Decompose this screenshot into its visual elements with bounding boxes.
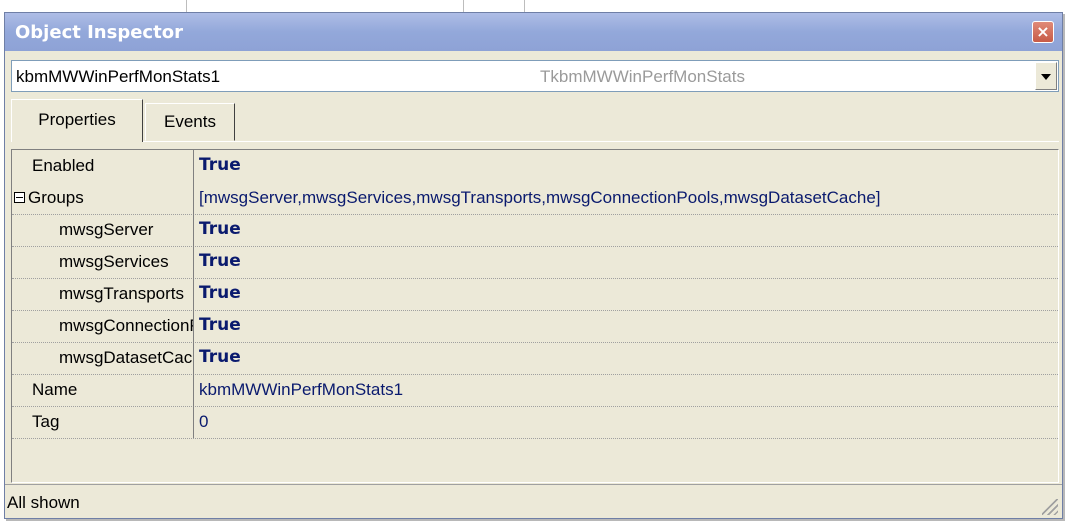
property-value[interactable]: True (199, 214, 241, 245)
background-segment (187, 0, 464, 12)
property-row-mwsgconnectionpools[interactable]: mwsgConnectionPools True (12, 310, 1058, 343)
property-row-mwsgserver[interactable]: mwsgServer True (12, 214, 1058, 247)
property-row-groups[interactable]: Groups [mwsgServer,mwsgServices,mwsgTran… (12, 182, 1058, 215)
object-name: kbmMWWinPerfMonStats1 (16, 67, 221, 86)
window-title: Object Inspector (15, 22, 183, 43)
status-text: All shown (7, 493, 80, 512)
property-row-enabled[interactable]: Enabled True (12, 150, 1058, 183)
background-strip (0, 0, 1069, 12)
property-value[interactable]: 0 (199, 406, 208, 437)
tab-properties[interactable]: Properties (11, 99, 143, 142)
tab-strip: Properties Events (11, 99, 1059, 146)
property-name: Tag (12, 406, 194, 438)
object-inspector-window: Object Inspector × kbmMWWinPerfMonStats1… (4, 12, 1063, 519)
property-name: mwsgServer (12, 214, 194, 246)
property-value[interactable]: True (199, 150, 241, 181)
dropdown-button[interactable] (1035, 62, 1057, 90)
resize-grip-icon[interactable] (1042, 499, 1058, 515)
chevron-down-icon (1041, 74, 1051, 80)
property-value[interactable]: True (199, 342, 241, 373)
property-row-mwsgtransports[interactable]: mwsgTransports True (12, 278, 1058, 311)
property-value[interactable]: [mwsgServer,mwsgServices,mwsgTransports,… (199, 182, 881, 213)
property-grid: Enabled True Groups [mwsgServer,mwsgServ… (11, 149, 1059, 483)
collapse-icon[interactable] (14, 192, 25, 204)
property-name: mwsgConnectionPools (12, 310, 194, 342)
property-name: Groups (28, 188, 84, 207)
property-name: mwsgDatasetCache (12, 342, 194, 374)
property-value[interactable]: True (199, 278, 241, 309)
property-row-tag[interactable]: Tag 0 (12, 406, 1058, 439)
background-segment (464, 0, 525, 12)
property-row-mwsgservices[interactable]: mwsgServices True (12, 246, 1058, 279)
title-bar[interactable]: Object Inspector × (5, 13, 1062, 51)
property-name: Name (12, 374, 194, 406)
background-segment (0, 0, 187, 12)
object-selector[interactable]: kbmMWWinPerfMonStats1 TkbmMWWinPerfMonSt… (11, 60, 1059, 92)
property-name: mwsgTransports (12, 278, 194, 310)
property-row-mwsgdatasetcache[interactable]: mwsgDatasetCache True (12, 342, 1058, 375)
property-value[interactable]: kbmMWWinPerfMonStats1 (199, 374, 403, 405)
property-name-groups: Groups (12, 182, 194, 214)
tab-divider (11, 141, 1059, 142)
property-row-name[interactable]: Name kbmMWWinPerfMonStats1 (12, 374, 1058, 407)
status-bar: All shown (5, 484, 1062, 518)
property-value[interactable]: True (199, 246, 241, 277)
property-name: Enabled (12, 150, 194, 182)
object-type: TkbmMWWinPerfMonStats (540, 67, 745, 86)
close-icon[interactable]: × (1032, 21, 1054, 43)
property-value[interactable]: True (199, 310, 241, 341)
tab-events[interactable]: Events (145, 103, 235, 141)
property-name: mwsgServices (12, 246, 194, 278)
